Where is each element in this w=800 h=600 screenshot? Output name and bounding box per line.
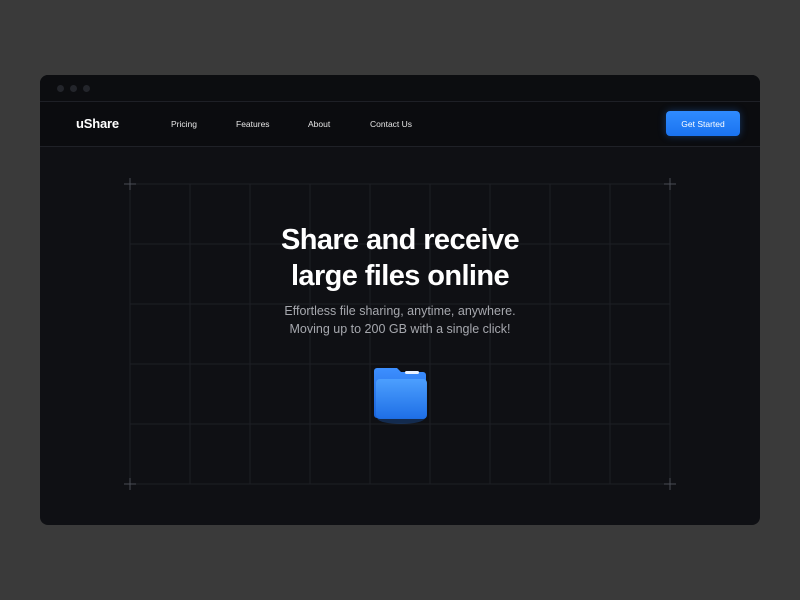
window-titlebar — [40, 75, 760, 102]
top-navbar: uShare Pricing Features About Contact Us… — [40, 102, 760, 147]
minimize-window-dot[interactable] — [70, 85, 77, 92]
nav-link-features[interactable]: Features — [236, 119, 270, 129]
hero-title: Share and receive large files online — [40, 222, 760, 294]
nav-link-about[interactable]: About — [308, 119, 330, 129]
folder-icon — [374, 368, 427, 424]
browser-window: uShare Pricing Features About Contact Us… — [40, 75, 760, 525]
get-started-button[interactable]: Get Started — [666, 111, 740, 136]
logo[interactable]: uShare — [76, 116, 119, 131]
maximize-window-dot[interactable] — [83, 85, 90, 92]
hero-subtitle-line-1: Effortless file sharing, anytime, anywhe… — [284, 304, 516, 318]
hero-title-line-2: large files online — [290, 260, 510, 292]
hero-subtitle: Effortless file sharing, anytime, anywhe… — [40, 302, 760, 338]
hero-subtitle-line-2: Moving up to 200 GB with a single click! — [289, 322, 511, 336]
nav-link-contact[interactable]: Contact Us — [370, 119, 412, 129]
close-window-dot[interactable] — [57, 85, 64, 92]
nav-link-pricing[interactable]: Pricing — [171, 119, 197, 129]
hero-title-line-1: Share and receive — [280, 224, 520, 256]
